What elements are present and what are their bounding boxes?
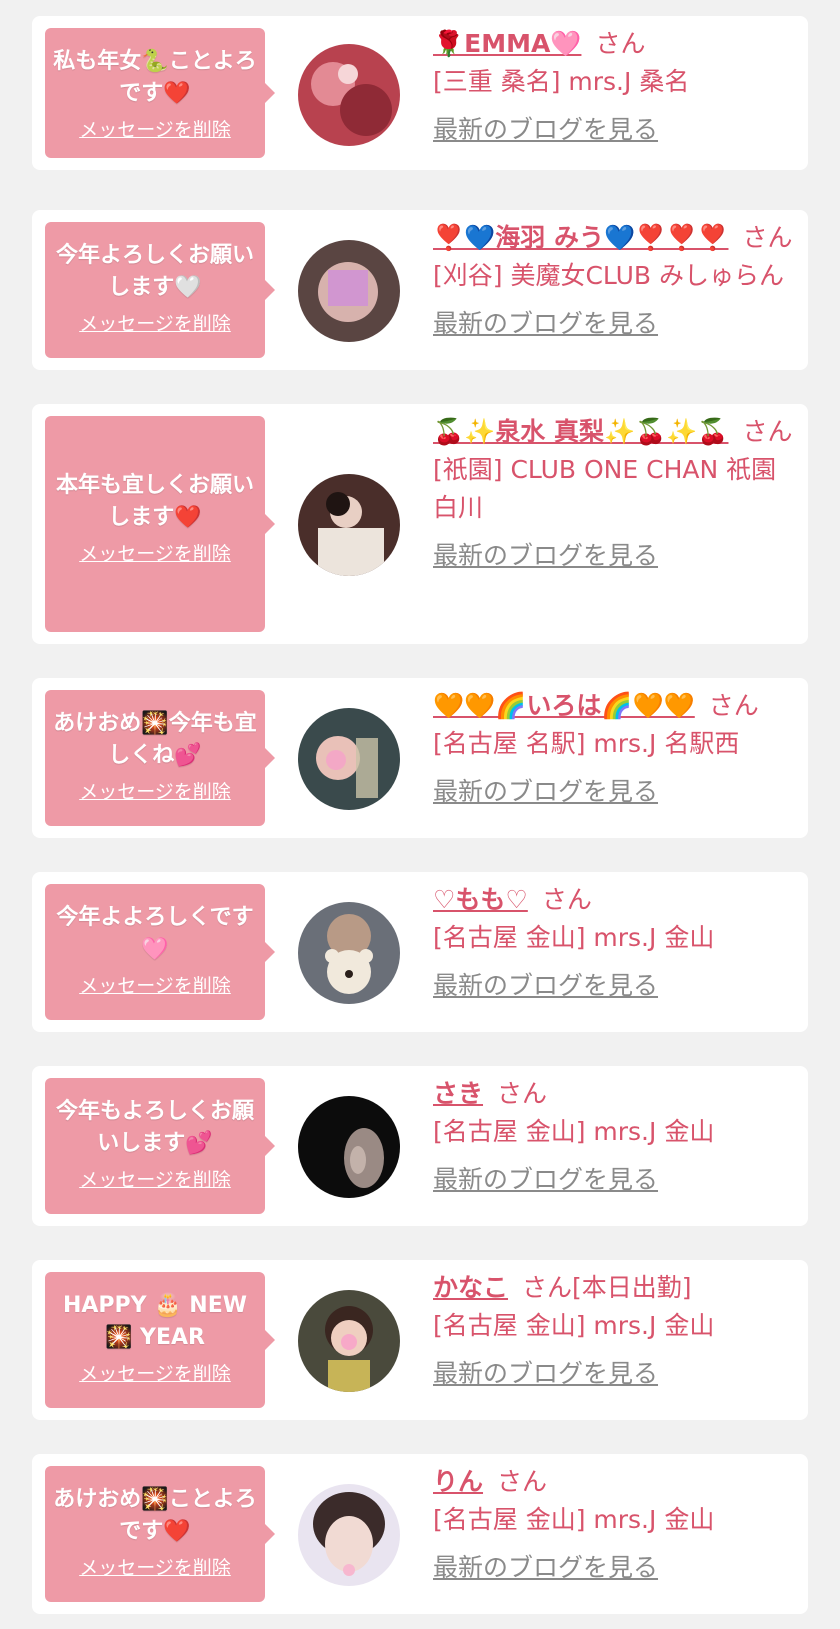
message-text: 今年よろしくお願いします🤍 <box>55 243 254 300</box>
delete-message-link[interactable]: メッセージを削除 <box>79 1556 231 1580</box>
avatar[interactable] <box>298 240 400 342</box>
message-bubble: あけおめ🎇今年も宜しくね💕 メッセージを削除 <box>45 690 275 826</box>
cast-info: りん さん [名古屋 金山] mrs.J 金山 最新のブログを見る <box>433 1463 793 1587</box>
message-text: 本年も宜しくお願いします❤️ <box>55 473 254 530</box>
shop-text: [名古屋 名駅] mrs.J 名駅西 <box>433 729 740 758</box>
latest-blog-link[interactable]: 最新のブログを見る <box>433 305 658 343</box>
avatar[interactable] <box>298 44 400 146</box>
message-bubble: HAPPY 🎂 NEW 🎇 YEAR メッセージを削除 <box>45 1272 275 1408</box>
message-card: 私も年女🐍ことよろです❤️ メッセージを削除 🌹EMMA🩷 さん [三重 桑名] … <box>32 16 808 170</box>
latest-blog-link[interactable]: 最新のブログを見る <box>433 773 658 811</box>
avatar[interactable] <box>298 902 400 1004</box>
message-bubble: あけおめ🎇ことよろです❤️ メッセージを削除 <box>45 1466 275 1602</box>
latest-blog-link[interactable]: 最新のブログを見る <box>433 1161 658 1199</box>
honorific: さん <box>742 417 793 446</box>
message-bubble: 本年も宜しくお願いします❤️ メッセージを削除 <box>45 416 275 632</box>
shop-text: [祇園] CLUB ONE CHAN 祇園白川 <box>433 455 777 522</box>
message-card: あけおめ🎇ことよろです❤️ メッセージを削除 りん さん [名古屋 金山] mrs… <box>32 1454 808 1614</box>
shop-text: [三重 桑名] mrs.J 桑名 <box>433 67 690 96</box>
message-card: HAPPY 🎂 NEW 🎇 YEAR メッセージを削除 かなこ さん[本日出勤] … <box>32 1260 808 1420</box>
message-text: 私も年女🐍ことよろです❤️ <box>53 49 257 106</box>
honorific: さん <box>541 885 592 914</box>
cast-info: ❣️💙海羽 みう💙❣️❣️❣️ さん [刈谷] 美魔女CLUB みしゅらん 最新の… <box>433 219 793 343</box>
delete-message-link[interactable]: メッセージを削除 <box>79 1362 231 1386</box>
cast-name-link[interactable]: りん <box>433 1467 483 1496</box>
delete-message-link[interactable]: メッセージを削除 <box>79 974 231 998</box>
cast-info: かなこ さん[本日出勤] [名古屋 金山] mrs.J 金山 最新のブログを見る <box>433 1269 793 1393</box>
shop-text: [名古屋 金山] mrs.J 金山 <box>433 1117 715 1146</box>
latest-blog-link[interactable]: 最新のブログを見る <box>433 537 658 575</box>
honorific: さん <box>497 1079 548 1108</box>
shop-text: [名古屋 金山] mrs.J 金山 <box>433 923 715 952</box>
cast-name-link[interactable]: 🌹EMMA🩷 <box>433 29 581 58</box>
honorific: さん <box>595 29 646 58</box>
avatar[interactable] <box>298 708 400 810</box>
avatar[interactable] <box>298 474 400 576</box>
latest-blog-link[interactable]: 最新のブログを見る <box>433 111 658 149</box>
message-card: 本年も宜しくお願いします❤️ メッセージを削除 🍒✨泉水 真梨✨🍒✨🍒 さん [祇… <box>32 404 808 644</box>
message-bubble: 今年よよろしくです🩷 メッセージを削除 <box>45 884 275 1020</box>
cast-info: さき さん [名古屋 金山] mrs.J 金山 最新のブログを見る <box>433 1075 793 1199</box>
cast-name-link[interactable]: 🧡🧡🌈いろは🌈🧡🧡 <box>433 691 695 720</box>
message-text: あけおめ🎇今年も宜しくね💕 <box>53 711 257 768</box>
cast-name-link[interactable]: ♡もも♡ <box>433 885 528 914</box>
message-text: 今年よよろしくです🩷 <box>56 905 254 962</box>
avatar[interactable] <box>298 1484 400 1586</box>
honorific: さん <box>708 691 759 720</box>
message-card: 今年よよろしくです🩷 メッセージを削除 ♡もも♡ さん [名古屋 金山] mrs.… <box>32 872 808 1032</box>
message-text: HAPPY 🎂 NEW 🎇 YEAR <box>62 1293 248 1350</box>
cast-info: 🌹EMMA🩷 さん [三重 桑名] mrs.J 桑名 最新のブログを見る <box>433 25 793 149</box>
message-card: 今年もよろしくお願いします💕 メッセージを削除 さき さん [名古屋 金山] mr… <box>32 1066 808 1226</box>
shop-text: [刈谷] 美魔女CLUB みしゅらん <box>433 261 784 290</box>
message-card: あけおめ🎇今年も宜しくね💕 メッセージを削除 🧡🧡🌈いろは🌈🧡🧡 さん [名古屋 … <box>32 678 808 838</box>
message-text: あけおめ🎇ことよろです❤️ <box>53 1487 257 1544</box>
honorific: さん <box>497 1467 548 1496</box>
shop-text: [名古屋 金山] mrs.J 金山 <box>433 1311 715 1340</box>
message-bubble: 今年よろしくお願いします🤍 メッセージを削除 <box>45 222 275 358</box>
latest-blog-link[interactable]: 最新のブログを見る <box>433 967 658 1005</box>
delete-message-link[interactable]: メッセージを削除 <box>79 312 231 336</box>
message-text: 今年もよろしくお願いします💕 <box>55 1099 254 1156</box>
honorific: さん <box>522 1273 573 1302</box>
delete-message-link[interactable]: メッセージを削除 <box>79 1168 231 1192</box>
avatar[interactable] <box>298 1096 400 1198</box>
cast-info: ♡もも♡ さん [名古屋 金山] mrs.J 金山 最新のブログを見る <box>433 881 793 1005</box>
latest-blog-link[interactable]: 最新のブログを見る <box>433 1549 658 1587</box>
cast-name-link[interactable]: 🍒✨泉水 真梨✨🍒✨🍒 <box>433 417 728 446</box>
shop-text: [名古屋 金山] mrs.J 金山 <box>433 1505 715 1534</box>
delete-message-link[interactable]: メッセージを削除 <box>79 542 231 566</box>
cast-name-link[interactable]: かなこ <box>433 1273 508 1302</box>
cast-name-link[interactable]: さき <box>433 1079 483 1108</box>
cast-info: 🍒✨泉水 真梨✨🍒✨🍒 さん [祇園] CLUB ONE CHAN 祇園白川 最新… <box>433 413 793 575</box>
honorific: さん <box>742 223 793 252</box>
message-list: 私も年女🐍ことよろです❤️ メッセージを削除 🌹EMMA🩷 さん [三重 桑名] … <box>0 0 840 1629</box>
message-card: 今年よろしくお願いします🤍 メッセージを削除 ❣️💙海羽 みう💙❣️❣️❣️ さん… <box>32 210 808 370</box>
status-text: [本日出勤] <box>572 1273 692 1302</box>
cast-name-link[interactable]: ❣️💙海羽 みう💙❣️❣️❣️ <box>433 223 728 252</box>
message-bubble: 今年もよろしくお願いします💕 メッセージを削除 <box>45 1078 275 1214</box>
cast-info: 🧡🧡🌈いろは🌈🧡🧡 さん [名古屋 名駅] mrs.J 名駅西 最新のブログを見る <box>433 687 793 811</box>
delete-message-link[interactable]: メッセージを削除 <box>79 780 231 804</box>
message-bubble: 私も年女🐍ことよろです❤️ メッセージを削除 <box>45 28 275 158</box>
avatar[interactable] <box>298 1290 400 1392</box>
delete-message-link[interactable]: メッセージを削除 <box>79 118 231 142</box>
latest-blog-link[interactable]: 最新のブログを見る <box>433 1355 658 1393</box>
